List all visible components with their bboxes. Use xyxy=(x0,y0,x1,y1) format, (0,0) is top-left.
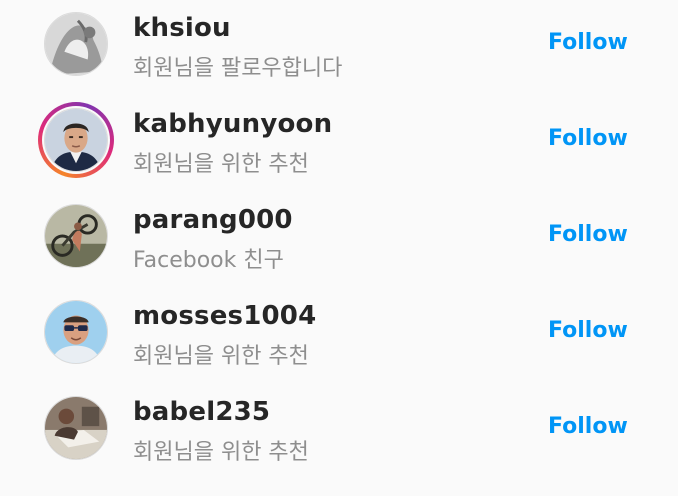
avatar[interactable] xyxy=(44,12,108,76)
avatar[interactable] xyxy=(44,204,108,268)
suggestion-row: babel235 회원님을 위한 추천 Follow xyxy=(0,384,678,480)
avatar-container[interactable] xyxy=(38,390,114,466)
suggestion-reason: 회원님을 위한 추천 xyxy=(133,344,309,369)
avatar-container[interactable] xyxy=(38,198,114,274)
follow-button[interactable]: Follow xyxy=(548,222,628,247)
user-photo-icon xyxy=(45,301,107,363)
follow-button[interactable]: Follow xyxy=(548,318,628,343)
suggestion-reason: 회원님을 위한 추천 xyxy=(133,440,309,465)
avatar[interactable] xyxy=(44,396,108,460)
avatar-container[interactable] xyxy=(38,294,114,370)
username[interactable]: kabhyunyoon xyxy=(133,109,332,139)
user-photo-icon xyxy=(45,13,107,75)
user-photo-icon xyxy=(45,205,107,267)
username[interactable]: mosses1004 xyxy=(133,301,316,331)
username[interactable]: babel235 xyxy=(133,397,270,427)
suggested-accounts-list: khsiou 회원님을 팔로우합니다 Follow kabhyunyoon 회원… xyxy=(0,0,678,496)
username[interactable]: parang000 xyxy=(133,205,293,235)
follow-button[interactable]: Follow xyxy=(548,414,628,439)
suggestion-row: mosses1004 회원님을 위한 추천 Follow xyxy=(0,288,678,384)
user-photo-icon xyxy=(45,397,107,459)
username[interactable]: khsiou xyxy=(133,13,231,43)
suggestion-reason: Facebook 친구 xyxy=(133,248,284,273)
suggestion-row: kabhyunyoon 회원님을 위한 추천 Follow xyxy=(0,96,678,192)
story-ring[interactable] xyxy=(38,102,114,178)
suggestion-row: parang000 Facebook 친구 Follow xyxy=(0,192,678,288)
follow-button[interactable]: Follow xyxy=(548,126,628,151)
avatar[interactable] xyxy=(44,300,108,364)
follow-button[interactable]: Follow xyxy=(548,30,628,55)
suggestion-row: khsiou 회원님을 팔로우합니다 Follow xyxy=(0,0,678,96)
avatar[interactable] xyxy=(44,108,108,172)
avatar-container[interactable] xyxy=(38,6,114,82)
suggestion-reason: 회원님을 팔로우합니다 xyxy=(133,56,343,81)
suggestion-reason: 회원님을 위한 추천 xyxy=(133,152,309,177)
user-photo-icon xyxy=(45,109,107,171)
